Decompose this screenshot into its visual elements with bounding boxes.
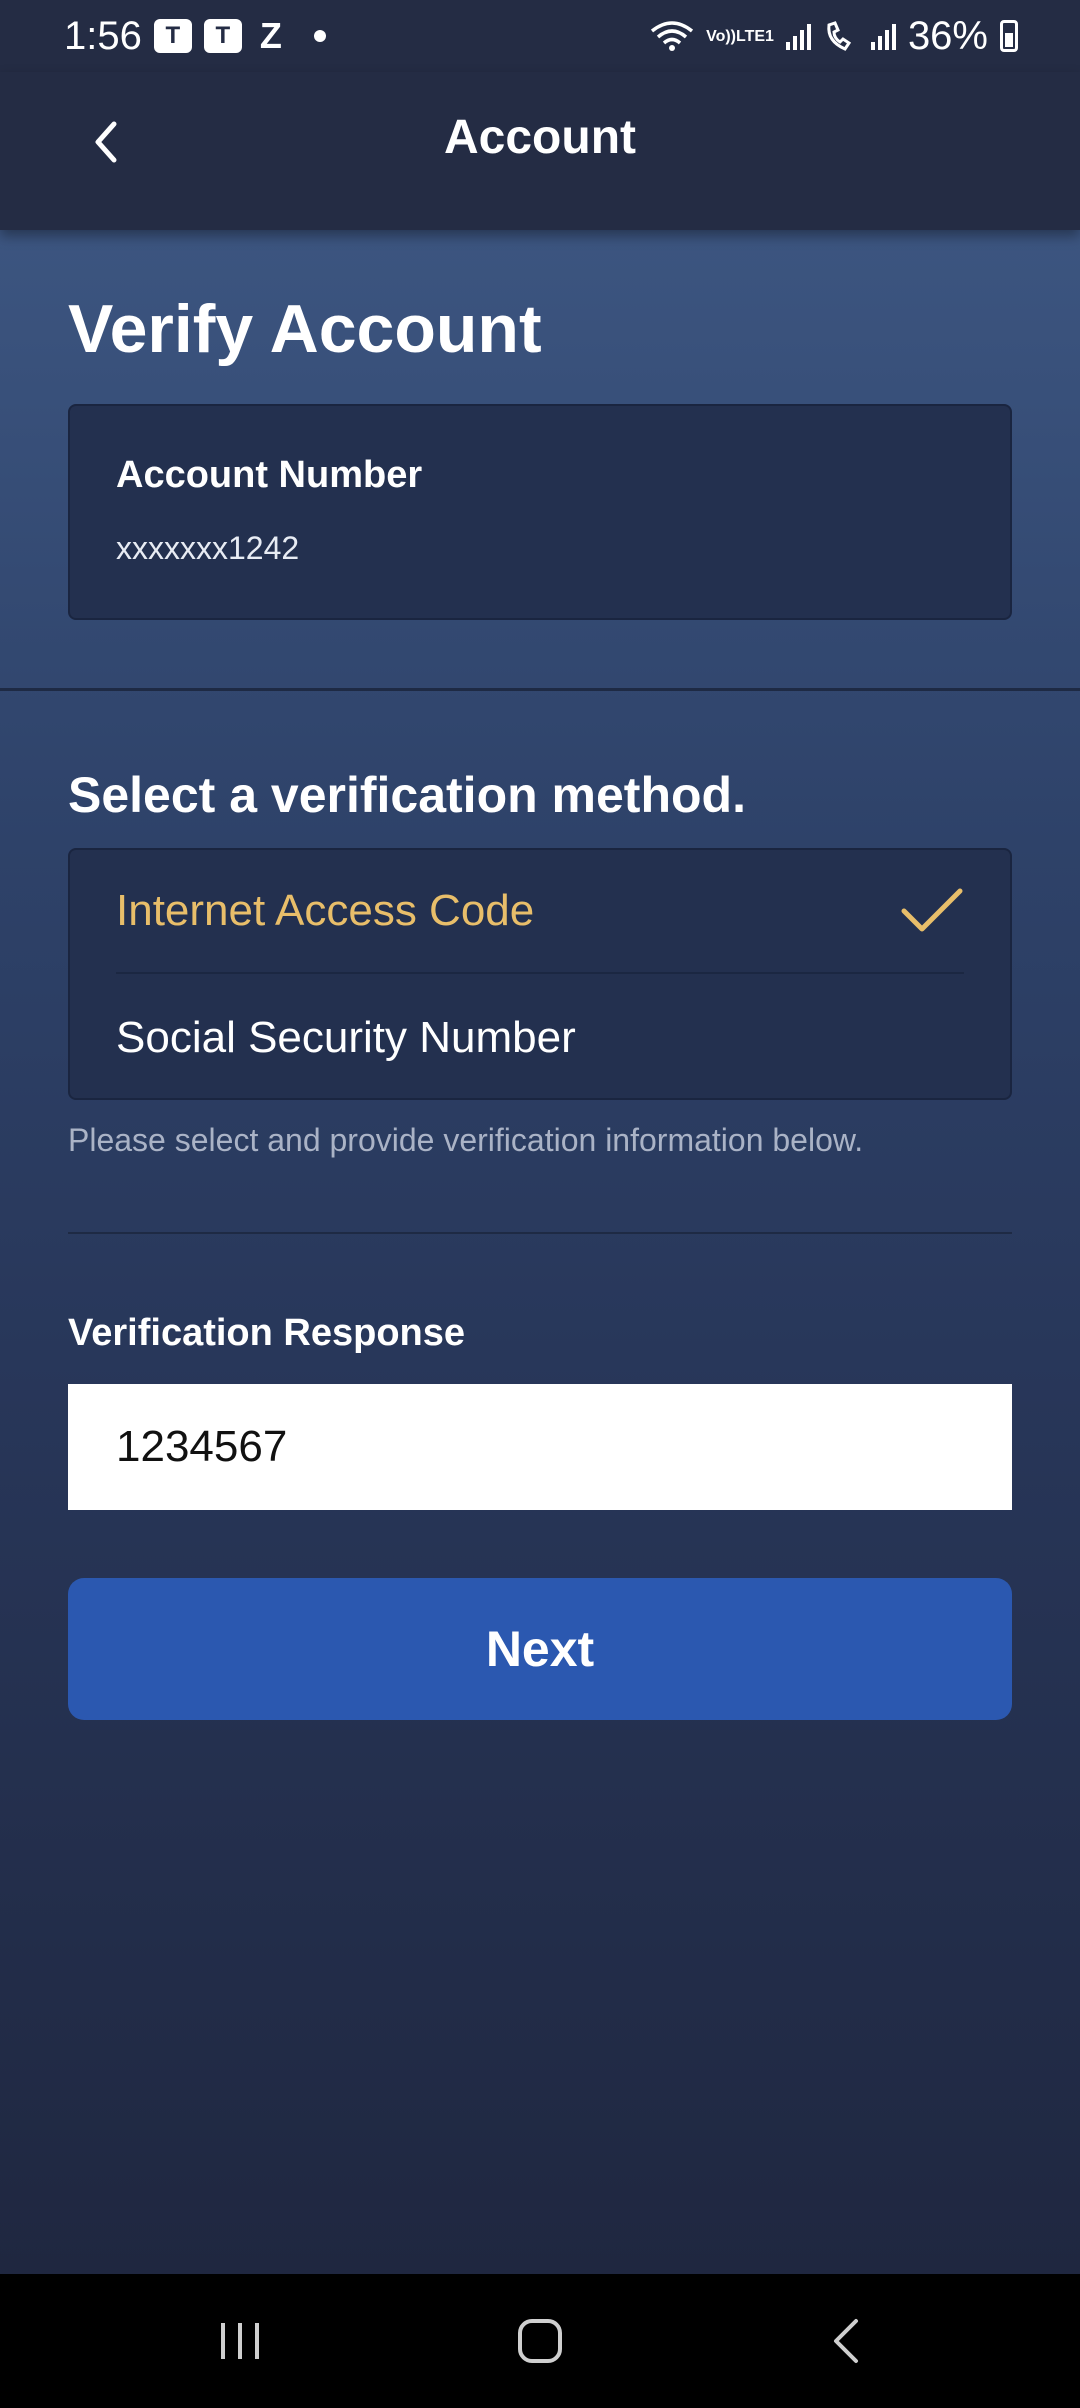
verification-response-label: Verification Response: [68, 1312, 466, 1354]
header-title: Account: [444, 111, 636, 164]
helper-text: Please select and provide verification i…: [68, 1122, 864, 1158]
nav-back-button[interactable]: [806, 2306, 886, 2376]
method-option-label: Social Security Number: [116, 1013, 576, 1062]
notification-dot-icon: [313, 30, 326, 42]
volte-label: Vo)): [706, 27, 736, 45]
teams-icon-2: T: [203, 19, 242, 53]
back-icon: [834, 2319, 858, 2363]
page-title: Verify Account: [68, 291, 542, 367]
home-button[interactable]: [500, 2306, 580, 2376]
recents-icon: [221, 2323, 259, 2359]
teams-icon: T: [153, 19, 192, 53]
battery-percent: 36%: [907, 13, 988, 58]
wifi-calling-icon: [823, 19, 859, 53]
lte-label: LTE1: [736, 27, 774, 45]
status-bar: 1:56 T T Z Vo)) LTE1 36%: [0, 0, 1080, 72]
signal-icon-2: [870, 22, 896, 50]
main-content: Verify Account Account Number xxxxxxx124…: [0, 230, 1080, 2274]
battery-icon: [1000, 20, 1018, 52]
next-button[interactable]: Next: [68, 1578, 1012, 1720]
home-icon: [518, 2319, 562, 2363]
section-divider: [0, 688, 1080, 691]
recents-button[interactable]: [200, 2306, 280, 2376]
system-nav-bar: [0, 2274, 1080, 2408]
verification-method-heading: Select a verification method.: [68, 767, 746, 823]
status-time: 1:56: [64, 13, 142, 58]
verification-response-input[interactable]: [68, 1384, 1012, 1510]
app-header: Account: [0, 72, 1080, 230]
signal-icon: [785, 22, 811, 50]
content-divider: [68, 1232, 1012, 1234]
status-right: Vo)) LTE1 36%: [650, 14, 1018, 59]
account-number-value: xxxxxxx1242: [116, 530, 300, 566]
account-number-label: Account Number: [116, 454, 423, 496]
verification-method-list: Internet Access Code Social Security Num…: [68, 848, 1012, 1100]
z-app-icon: Z: [259, 15, 282, 56]
volte-icon: Vo)) LTE1: [706, 27, 774, 45]
method-option-internet-access-code[interactable]: Internet Access Code: [116, 850, 964, 974]
method-option-social-security-number[interactable]: Social Security Number: [116, 976, 964, 1100]
checkmark-icon: [900, 887, 964, 935]
wifi-icon: [650, 19, 694, 53]
method-option-label: Internet Access Code: [116, 886, 535, 935]
status-left: 1:56 T T Z: [64, 14, 326, 59]
account-card: Account Number xxxxxxx1242: [68, 404, 1012, 620]
